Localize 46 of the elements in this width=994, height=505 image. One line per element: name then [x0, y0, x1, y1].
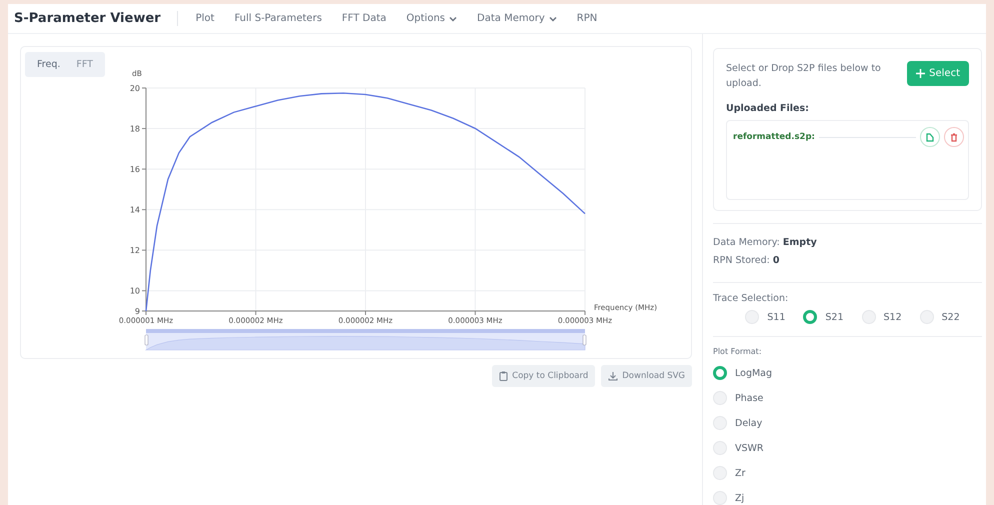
format-radio[interactable]: Delay	[713, 416, 982, 430]
format-radio[interactable]: VSWR	[713, 441, 982, 455]
delete-button[interactable]	[944, 127, 964, 147]
section-heading: Trace Selection:	[713, 293, 790, 304]
nav-link[interactable]: FFT Data	[342, 13, 386, 24]
trace-radio[interactable]: S22	[920, 310, 960, 324]
nav-link[interactable]: Full S-Parameters	[234, 13, 322, 24]
view-tab[interactable]: Freq.	[29, 52, 68, 77]
trace-radio[interactable]: S12	[862, 310, 902, 324]
tick-label: 9	[134, 307, 140, 316]
select-button[interactable]: Select	[907, 61, 969, 86]
tick-label: 20	[130, 84, 140, 93]
load-button[interactable]	[920, 127, 940, 147]
chevron-icon	[548, 14, 557, 22]
nav-menu[interactable]: Data Memory	[477, 13, 557, 24]
file-icon	[926, 132, 934, 142]
nav-menu[interactable]: Options	[406, 13, 458, 24]
nav-link[interactable]: RPN	[576, 13, 598, 24]
trace-radio[interactable]: S11	[745, 310, 786, 324]
format-radio[interactable]: Zr	[713, 466, 982, 480]
tick-label: 12	[130, 246, 140, 256]
status-text: Data Memory: Empty	[713, 236, 818, 250]
status-text: RPN Stored: 0	[713, 254, 780, 268]
chevron-icon	[449, 14, 458, 22]
format-radio[interactable]: LogMag	[713, 366, 982, 380]
files-heading: Uploaded Files:	[726, 103, 810, 114]
file-name: reformatted.s2p:	[733, 132, 815, 142]
nav-link[interactable]: Plot	[196, 13, 214, 24]
range-slider[interactable]	[144, 329, 586, 350]
trash-icon	[950, 132, 958, 142]
copy-button[interactable]: Copy to Clipboard	[492, 365, 596, 387]
upload-hint: Select or Drop S2P files below to upload.	[726, 62, 882, 91]
format-radio[interactable]: Zj	[713, 491, 982, 505]
format-radio[interactable]: Phase	[713, 391, 982, 405]
tick-label: 10	[130, 286, 140, 296]
trace-radio[interactable]: S21	[803, 310, 844, 324]
tick-label: 16	[130, 165, 140, 174]
download-icon	[608, 371, 618, 381]
clipboard-icon	[499, 371, 508, 381]
tick-label: 18	[130, 124, 140, 134]
download-button[interactable]: Download SVG	[601, 365, 692, 387]
plus-icon	[916, 69, 926, 78]
view-tab[interactable]: FFT	[68, 52, 101, 77]
section-heading: Plot Format:	[713, 347, 763, 356]
tick-label: 14	[130, 206, 140, 215]
app-title: S-Parameter Viewer	[14, 11, 178, 26]
